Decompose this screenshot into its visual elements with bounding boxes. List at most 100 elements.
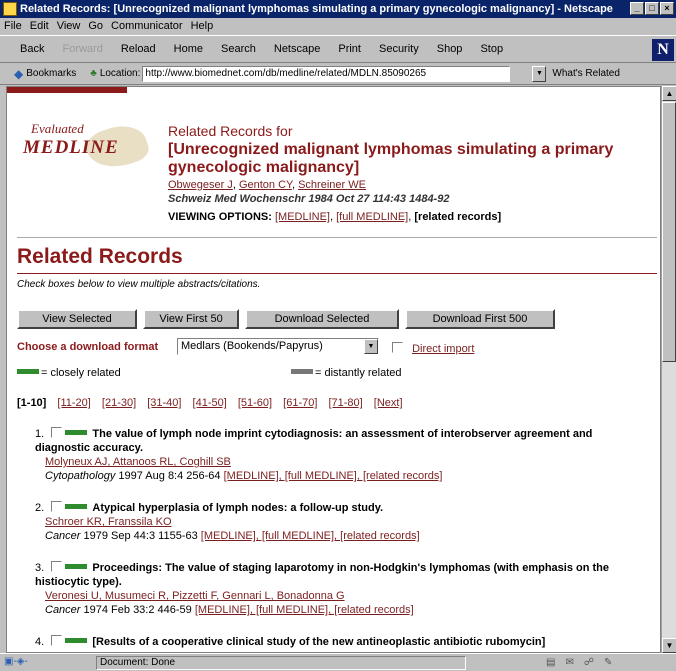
menu-file[interactable]: File xyxy=(4,18,22,35)
whats-related-button[interactable]: What's Related xyxy=(552,68,620,79)
page-content: Evaluated MEDLINE Related Records for [U… xyxy=(6,86,661,653)
record-citation: Cytopathology 1997 Aug 8:4 256-64 [MEDLI… xyxy=(35,469,645,483)
menu-go[interactable]: Go xyxy=(88,18,103,35)
source-journal: Schweiz Med Wochenschr 1984 Oct 27 114:4… xyxy=(168,193,450,205)
scrollbar-thumb[interactable] xyxy=(662,102,676,362)
evaluated-medline-logo: Evaluated MEDLINE xyxy=(17,117,152,179)
home-button[interactable]: Home xyxy=(174,43,203,55)
instructions-text: Check boxes below to view multiple abstr… xyxy=(17,279,261,290)
navigator-icon[interactable]: ▤ xyxy=(546,657,555,668)
record-links[interactable]: [MEDLINE], [full MEDLINE], [related reco… xyxy=(224,470,443,482)
download-first-500-button[interactable]: Download First 500 xyxy=(405,309,555,329)
author-link[interactable]: Obwegeser J xyxy=(168,179,233,191)
location-dropdown-icon[interactable]: ▼ xyxy=(532,65,547,82)
chevron-down-icon[interactable]: ▼ xyxy=(364,339,378,354)
record-checkbox[interactable] xyxy=(51,501,63,512)
direct-import-link[interactable]: Direct import xyxy=(412,343,474,355)
security-lock-icon[interactable]: ▣-◈- xyxy=(4,656,50,670)
window-titlebar: Related Records: [Unrecognized malignant… xyxy=(0,0,676,18)
bookmarks-button[interactable]: Bookmarks xyxy=(26,68,76,79)
full-medline-link[interactable]: [full MEDLINE] xyxy=(336,211,408,223)
page-current: [1-10] xyxy=(17,397,47,409)
security-button[interactable]: Security xyxy=(379,43,419,55)
composer-icon[interactable]: ✎ xyxy=(604,657,612,668)
shop-button[interactable]: Shop xyxy=(437,43,463,55)
record-title: The value of lymph node imprint cytodiag… xyxy=(35,428,593,454)
page-link[interactable]: [71-80] xyxy=(328,397,362,409)
record-cite: 1974 Feb 33:2 446-59 xyxy=(83,604,192,616)
author-link[interactable]: Schreiner WE xyxy=(298,179,366,191)
menu-view[interactable]: View xyxy=(57,18,81,35)
newsgroups-icon[interactable]: ☍ xyxy=(584,657,594,668)
record-checkbox[interactable] xyxy=(51,561,63,572)
record-citation: Cancer 1974 Feb 33:2 446-59 [MEDLINE], [… xyxy=(35,603,645,617)
download-selected-button[interactable]: Download Selected xyxy=(245,309,399,329)
maximize-button[interactable]: □ xyxy=(645,2,659,15)
list-item: 3. Proceedings: The value of staging lap… xyxy=(35,561,645,617)
location-input[interactable]: http://www.biomednet.com/db/medline/rela… xyxy=(142,65,511,82)
status-text: Document: Done xyxy=(96,655,466,670)
stop-button[interactable]: Stop xyxy=(480,43,503,55)
record-number: 2. xyxy=(35,502,45,514)
location-label: Location: xyxy=(99,68,141,79)
mail-icon[interactable]: ✉ xyxy=(565,657,573,668)
related-for-label: Related Records for xyxy=(168,123,293,139)
title-underline xyxy=(17,273,657,274)
scroll-up-icon[interactable]: ▲ xyxy=(662,86,676,101)
view-selected-button[interactable]: View Selected xyxy=(17,309,137,329)
logo-medline: MEDLINE xyxy=(23,137,119,158)
record-links[interactable]: [MEDLINE], [full MEDLINE], [related reco… xyxy=(201,530,420,542)
page-link[interactable]: [51-60] xyxy=(238,397,272,409)
page-link[interactable]: [41-50] xyxy=(193,397,227,409)
window-title: Related Records: [Unrecognized malignant… xyxy=(20,3,613,15)
menu-help[interactable]: Help xyxy=(191,18,214,35)
back-button[interactable]: Back xyxy=(20,43,44,55)
record-authors[interactable]: Schroer KR, Franssila KO xyxy=(35,515,645,529)
close-button[interactable]: × xyxy=(660,2,674,15)
record-title: Atypical hyperplasia of lymph nodes: a f… xyxy=(92,502,384,514)
page-link[interactable]: [61-70] xyxy=(283,397,317,409)
medline-link[interactable]: [MEDLINE] xyxy=(275,211,330,223)
search-button[interactable]: Search xyxy=(221,43,256,55)
status-bar: ▣-◈- Document: Done ▤ ✉ ☍ ✎ xyxy=(0,653,676,671)
download-format-select[interactable]: Medlars (Bookends/Papyrus) ▼ xyxy=(177,338,379,355)
component-bar: ▤ ✉ ☍ ✎ xyxy=(546,657,612,668)
author-link[interactable]: Genton CY xyxy=(239,179,292,191)
netscape-button[interactable]: Netscape xyxy=(274,43,320,55)
forward-button[interactable]: Forward xyxy=(62,43,102,55)
menu-edit[interactable]: Edit xyxy=(30,18,49,35)
reload-button[interactable]: Reload xyxy=(121,43,156,55)
location-icon: ♣ xyxy=(90,68,97,79)
minimize-button[interactable]: _ xyxy=(630,2,644,15)
record-title: Proceedings: The value of staging laparo… xyxy=(35,562,609,588)
page-link[interactable]: [31-40] xyxy=(147,397,181,409)
menu-bar: File Edit View Go Communicator Help xyxy=(0,18,676,35)
legend-distant-text: = distantly related xyxy=(315,367,402,379)
next-page-link[interactable]: [Next] xyxy=(374,397,403,409)
record-journal: Cancer xyxy=(45,530,81,542)
download-format-value: Medlars (Bookends/Papyrus) xyxy=(181,340,323,352)
record-cite: 1997 Aug 8:4 256-64 xyxy=(118,470,221,482)
viewing-options-label: VIEWING OPTIONS: xyxy=(168,211,272,223)
direct-import-checkbox[interactable] xyxy=(392,342,403,353)
record-authors[interactable]: Veronesi U, Musumeci R, Pizzetti F, Genn… xyxy=(35,589,645,603)
divider xyxy=(17,237,657,238)
menu-communicator[interactable]: Communicator xyxy=(111,18,183,35)
print-button[interactable]: Print xyxy=(338,43,361,55)
record-number: 4. xyxy=(35,636,45,648)
vertical-scrollbar[interactable]: ▲ ▼ xyxy=(661,86,676,653)
view-first-50-button[interactable]: View First 50 xyxy=(143,309,239,329)
record-authors[interactable]: Molyneux AJ, Attanoos RL, Coghill SB xyxy=(35,455,645,469)
page-link[interactable]: [11-20] xyxy=(57,397,90,409)
netscape-app-icon xyxy=(3,2,17,16)
navigation-toolbar: Back Forward Reload Home Search Netscape… xyxy=(0,35,676,63)
closely-related-bar-icon xyxy=(65,638,88,643)
legend-distant: = distantly related xyxy=(291,367,402,379)
scroll-down-icon[interactable]: ▼ xyxy=(662,638,676,653)
page-link[interactable]: [21-30] xyxy=(102,397,136,409)
record-links[interactable]: [MEDLINE], [full MEDLINE], [related reco… xyxy=(195,604,414,616)
record-checkbox[interactable] xyxy=(51,427,63,438)
record-checkbox[interactable] xyxy=(51,635,63,646)
logo-evaluated: Evaluated xyxy=(31,121,84,136)
bookmarks-icon: ◆ xyxy=(14,66,24,81)
